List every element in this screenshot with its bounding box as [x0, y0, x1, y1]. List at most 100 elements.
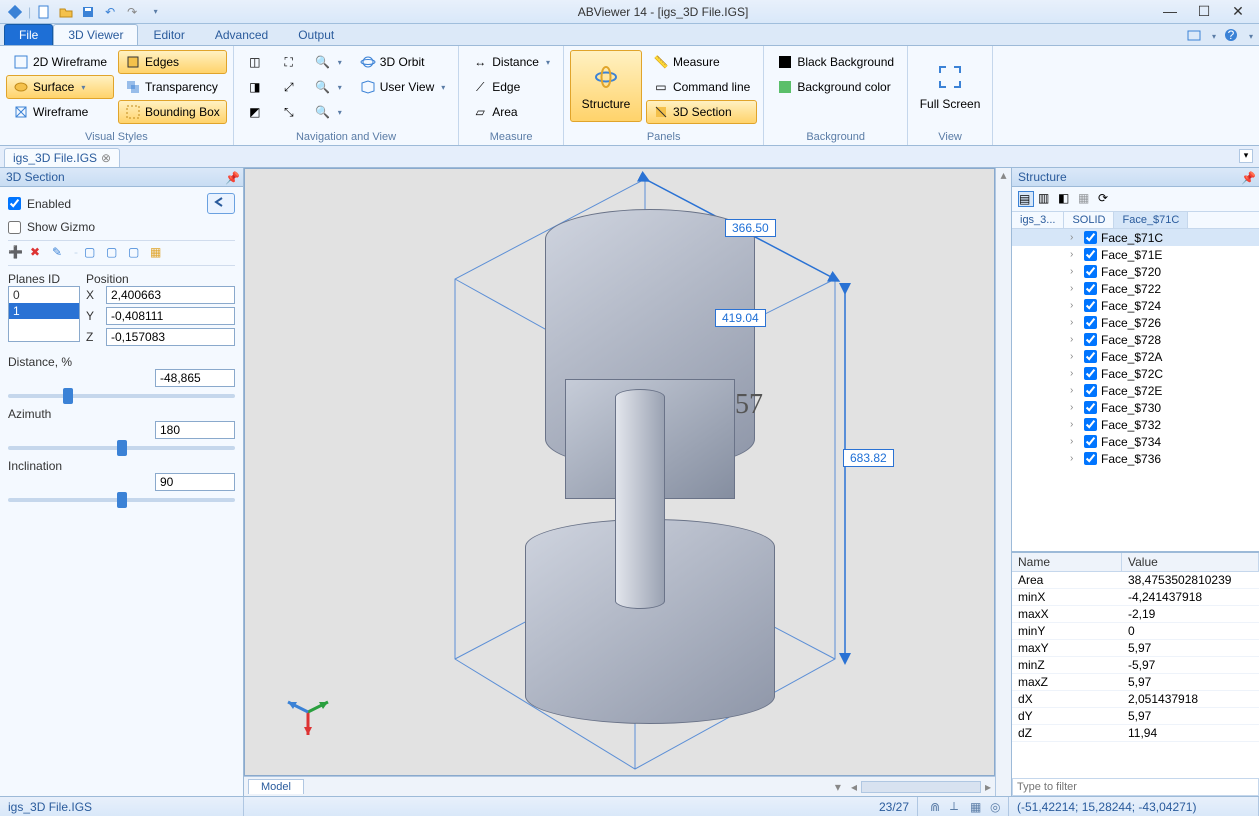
face-checkbox[interactable] [1084, 452, 1097, 465]
btn-nav-6[interactable]: ⤡ [274, 100, 304, 124]
plane-z-icon[interactable]: ▢ [128, 245, 144, 261]
chevron-right-icon[interactable]: › [1070, 351, 1080, 362]
face-checkbox[interactable] [1084, 265, 1097, 278]
face-checkbox[interactable] [1084, 333, 1097, 346]
btn-zoom[interactable]: 🔍 [308, 50, 349, 74]
options-more[interactable] [1209, 28, 1216, 42]
face-checkbox[interactable] [1084, 401, 1097, 414]
open-icon[interactable] [57, 3, 75, 21]
filter-input[interactable] [1012, 778, 1259, 796]
qat-more[interactable] [145, 3, 163, 21]
save-icon[interactable] [79, 3, 97, 21]
crumb-2[interactable]: Face_$71C [1114, 212, 1188, 228]
btn-full-screen[interactable]: Full Screen [914, 50, 986, 122]
tree-row[interactable]: › Face_$726 [1012, 314, 1259, 331]
btn-nav-1[interactable]: ◫ [240, 50, 270, 74]
face-checkbox[interactable] [1084, 384, 1097, 397]
flip-button[interactable] [207, 193, 235, 214]
chevron-right-icon[interactable]: › [1070, 402, 1080, 413]
tree-row[interactable]: › Face_$732 [1012, 416, 1259, 433]
btn-nav-2[interactable]: ◨ [240, 75, 270, 99]
osnap-icon[interactable]: ◎ [986, 800, 1000, 814]
enabled-checkbox[interactable] [8, 197, 21, 210]
chevron-right-icon[interactable]: › [1070, 368, 1080, 379]
chevron-right-icon[interactable]: › [1070, 232, 1080, 243]
plane-y-icon[interactable]: ▢ [106, 245, 122, 261]
chevron-right-icon[interactable]: › [1070, 385, 1080, 396]
pin-icon[interactable]: 📌 [225, 171, 237, 183]
btn-zoom3[interactable]: 🔍 [308, 100, 349, 124]
y-input[interactable] [106, 307, 235, 325]
btn-wireframe[interactable]: Wireframe [6, 100, 114, 124]
tree-row[interactable]: › Face_$72C [1012, 365, 1259, 382]
chevron-right-icon[interactable]: › [1070, 334, 1080, 345]
tree-row[interactable]: › Face_$72E [1012, 382, 1259, 399]
mode1-icon[interactable]: ▤ [1018, 191, 1034, 207]
face-checkbox[interactable] [1084, 367, 1097, 380]
mode3-icon[interactable]: ◧ [1058, 191, 1074, 207]
face-checkbox[interactable] [1084, 231, 1097, 244]
plane-tool-icon[interactable]: ✎ [52, 245, 68, 261]
options-icon[interactable] [1185, 26, 1203, 44]
document-tab[interactable]: igs_3D File.IGS ⊗ [4, 148, 120, 167]
face-tree[interactable]: › Face_$71C› Face_$71E› Face_$720› Face_… [1012, 229, 1259, 552]
tree-row[interactable]: › Face_$72A [1012, 348, 1259, 365]
btn-transparency[interactable]: Transparency [118, 75, 227, 99]
face-checkbox[interactable] [1084, 299, 1097, 312]
tab-close-icon[interactable]: ⊗ [101, 151, 111, 165]
z-input[interactable] [106, 328, 235, 346]
btn-area[interactable]: ▱Area [465, 100, 557, 124]
chevron-right-icon[interactable]: › [1070, 266, 1080, 277]
azimuth-input[interactable] [155, 421, 235, 439]
inclination-input[interactable] [155, 473, 235, 491]
tabs-overflow[interactable]: ▾ [1239, 149, 1253, 163]
tree-row[interactable]: › Face_$724 [1012, 297, 1259, 314]
inclination-slider[interactable] [8, 498, 235, 502]
tab-editor[interactable]: Editor [138, 24, 199, 45]
btn-bg-color[interactable]: Background color [770, 75, 901, 99]
chevron-right-icon[interactable]: › [1070, 436, 1080, 447]
btn-black-bg[interactable]: Black Background [770, 50, 901, 74]
ortho-icon[interactable]: ⟂ [946, 799, 960, 814]
tree-row[interactable]: › Face_$736 [1012, 450, 1259, 467]
gizmo-checkbox[interactable] [8, 221, 21, 234]
minimize-button[interactable]: — [1163, 3, 1177, 20]
chevron-right-icon[interactable]: › [1070, 249, 1080, 260]
scroll-right-icon[interactable]: ▸ [981, 780, 995, 794]
btn-edges[interactable]: Edges [118, 50, 227, 74]
face-checkbox[interactable] [1084, 248, 1097, 261]
plane-x-icon[interactable]: ▢ [84, 245, 100, 261]
grid-icon[interactable]: ▦ [966, 800, 980, 814]
tree-row[interactable]: › Face_$722 [1012, 280, 1259, 297]
chevron-right-icon[interactable]: › [1070, 419, 1080, 430]
btn-structure-panel[interactable]: Structure [570, 50, 642, 122]
planes-listbox[interactable]: 0 1 [8, 286, 80, 342]
btn-bounding-box[interactable]: Bounding Box [118, 100, 227, 124]
tab-output[interactable]: Output [283, 24, 349, 45]
azimuth-slider[interactable] [8, 446, 235, 450]
mode4-icon[interactable]: ▦ [1078, 191, 1094, 207]
help-icon[interactable]: ? [1222, 26, 1240, 44]
refresh-icon[interactable]: ⟳ [1098, 191, 1114, 207]
3d-viewport[interactable]: 57 366.50 419.04 683.82 [244, 168, 995, 776]
tree-row[interactable]: › Face_$71C [1012, 229, 1259, 246]
close-button[interactable]: ✕ [1231, 3, 1245, 20]
scroll-left-icon[interactable]: ◂ [847, 780, 861, 794]
btn-nav-4[interactable]: ⛶ [274, 50, 304, 74]
btn-command-line[interactable]: ▭Command line [646, 75, 757, 99]
x-input[interactable] [106, 286, 235, 304]
plane-item-1[interactable]: 1 [9, 303, 79, 319]
btn-distance[interactable]: ↔Distance [465, 50, 557, 74]
tree-row[interactable]: › Face_$71E [1012, 246, 1259, 263]
crumb-0[interactable]: igs_3... [1012, 212, 1064, 228]
vp-more[interactable]: ▾ [829, 780, 847, 794]
h-scrollbar[interactable] [861, 781, 981, 793]
tab-3d-viewer[interactable]: 3D Viewer [53, 24, 138, 45]
btn-2d-wireframe[interactable]: 2D Wireframe [6, 50, 114, 74]
btn-user-view[interactable]: User View [353, 75, 452, 99]
btn-nav-3[interactable]: ◩ [240, 100, 270, 124]
structure-pin-icon[interactable]: 📌 [1241, 171, 1253, 183]
btn-nav-5[interactable]: ⤢ [274, 75, 304, 99]
maximize-button[interactable]: ☐ [1197, 3, 1211, 20]
plane-all-icon[interactable]: ▦ [150, 245, 166, 261]
